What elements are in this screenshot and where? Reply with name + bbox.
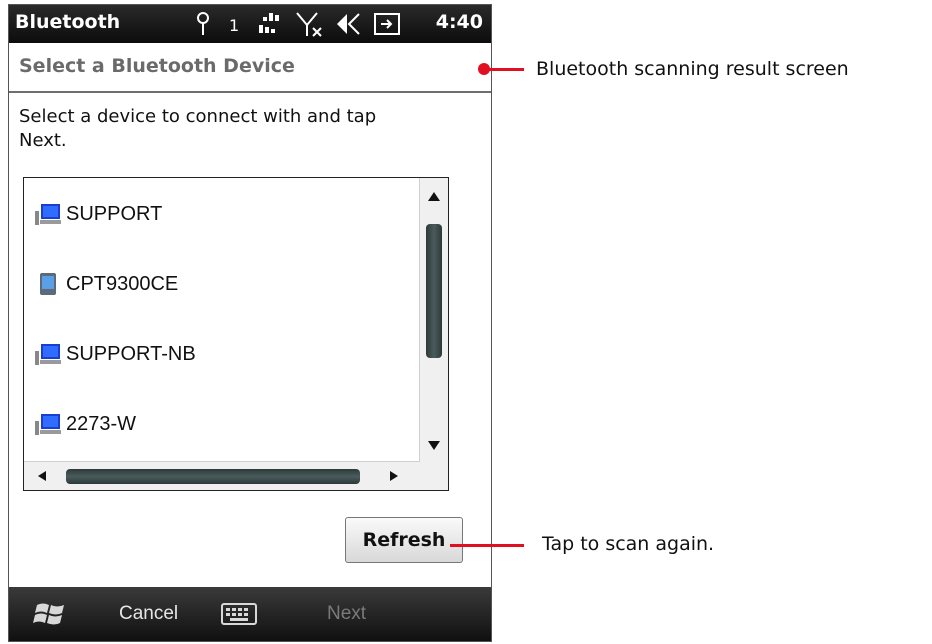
device-label: 2273-W bbox=[66, 412, 137, 435]
refresh-button[interactable]: Refresh bbox=[345, 517, 463, 563]
battery-charging-icon bbox=[374, 13, 400, 35]
computer-icon bbox=[35, 344, 61, 365]
scrollbar-corner bbox=[420, 462, 448, 490]
signal-label: 1 bbox=[229, 16, 239, 35]
windows-start-icon[interactable] bbox=[33, 599, 67, 629]
clock: 4:40 bbox=[435, 11, 483, 33]
instruction-text: Select a device to connect with and tap … bbox=[19, 106, 377, 151]
page-title: Select a Bluetooth Device bbox=[19, 55, 295, 77]
scroll-up-icon[interactable] bbox=[428, 192, 440, 201]
annotation-line bbox=[488, 68, 524, 71]
annotation-scan-result: Bluetooth scanning result screen bbox=[536, 58, 849, 80]
device-label: CPT9300CE bbox=[66, 272, 179, 295]
scroll-left-icon[interactable] bbox=[38, 471, 46, 481]
pda-icon bbox=[40, 273, 56, 295]
vertical-scroll-thumb[interactable] bbox=[426, 224, 442, 358]
device-label: SUPPORT-NB bbox=[66, 342, 196, 365]
device-label: SUPPORT bbox=[66, 202, 163, 225]
list-item[interactable]: CPT9300CE bbox=[34, 266, 414, 302]
device-screen: Bluetooth 1 4:40 Select a Bluetooth Devi… bbox=[8, 4, 492, 642]
computer-icon bbox=[35, 414, 61, 435]
page-header: Select a Bluetooth Device bbox=[9, 43, 491, 93]
cancel-softkey[interactable]: Cancel bbox=[119, 603, 178, 625]
status-icons: 1 bbox=[197, 12, 400, 37]
soft-key-bar: Cancel Next bbox=[9, 587, 491, 641]
annotation-refresh-hint: Tap to scan again. bbox=[542, 533, 715, 555]
horizontal-scroll-thumb[interactable] bbox=[66, 469, 360, 484]
vertical-scrollbar[interactable] bbox=[419, 178, 448, 462]
horizontal-scrollbar[interactable] bbox=[24, 461, 420, 490]
no-signal-icon bbox=[296, 12, 322, 37]
scroll-right-icon[interactable] bbox=[390, 471, 398, 481]
next-softkey[interactable]: Next bbox=[327, 603, 366, 625]
annotation-line bbox=[450, 544, 524, 547]
list-item[interactable]: SUPPORT bbox=[34, 196, 414, 232]
app-title: Bluetooth bbox=[15, 11, 121, 33]
computer-icon bbox=[35, 204, 61, 225]
keyboard-icon[interactable] bbox=[221, 603, 257, 625]
status-bar: Bluetooth 1 4:40 bbox=[9, 5, 491, 43]
antenna-icon bbox=[197, 12, 209, 35]
sync-icon bbox=[259, 13, 279, 33]
list-item[interactable]: SUPPORT-NB bbox=[34, 336, 414, 372]
list-item[interactable]: 2273-W bbox=[34, 406, 414, 442]
device-list[interactable]: SUPPORT CPT9300CE SUPPORT-NB 2273-W bbox=[23, 177, 449, 491]
scroll-down-icon[interactable] bbox=[428, 441, 440, 450]
speaker-mute-icon bbox=[337, 13, 360, 35]
